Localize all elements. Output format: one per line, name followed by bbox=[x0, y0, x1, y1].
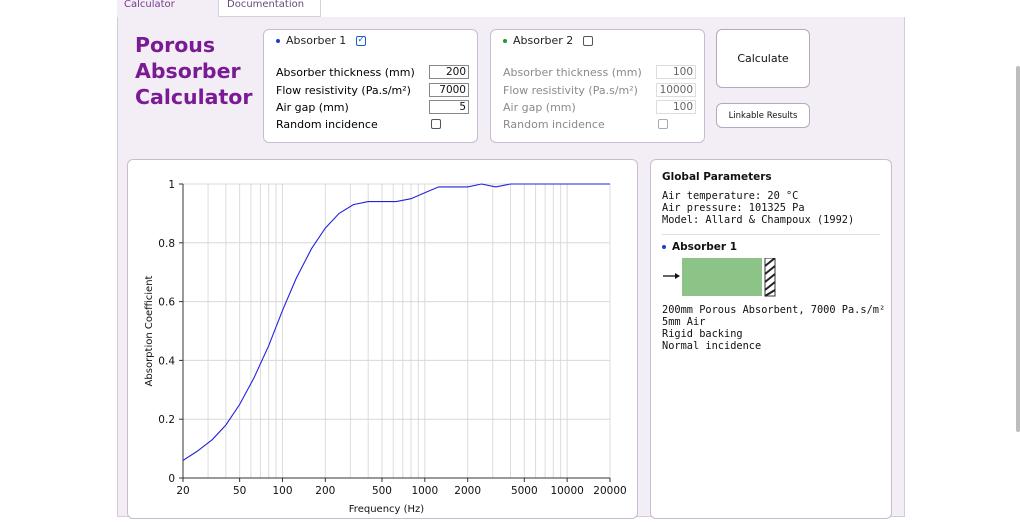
absorber-2-enable-checkbox[interactable] bbox=[583, 35, 594, 46]
tab-documentation[interactable]: Documentation bbox=[218, 0, 321, 17]
incidence-arrow-icon bbox=[663, 273, 680, 279]
absorber-1-enable-checkbox[interactable]: ✓ bbox=[356, 35, 367, 46]
incidence-description: Normal incidence bbox=[662, 340, 762, 352]
y-tick-label: 1 bbox=[168, 179, 175, 191]
random-incidence-label: Random incidence bbox=[276, 117, 378, 131]
info-panel: Global Parameters Air temperature: 20 °C… bbox=[650, 159, 892, 519]
y-tick-label: 0 bbox=[168, 473, 175, 485]
x-tick-label: 10000 bbox=[550, 485, 583, 497]
linkable-results-button[interactable]: Linkable Results bbox=[716, 103, 810, 128]
x-tick-label: 500 bbox=[372, 485, 392, 497]
calculate-button[interactable]: Calculate bbox=[716, 29, 810, 88]
absorber-2-random-incidence-checkbox[interactable] bbox=[658, 119, 668, 129]
x-tick-label: 5000 bbox=[511, 485, 538, 497]
x-tick-label: 20 bbox=[176, 485, 189, 497]
absorber-2-flow-resistivity-input[interactable]: 10000 bbox=[656, 83, 696, 97]
page-title: Porous Absorber Calculator bbox=[135, 33, 253, 109]
tab-calculator[interactable]: Calculator bbox=[117, 0, 218, 17]
absorber-1-air-gap-input[interactable]: 5 bbox=[429, 100, 469, 114]
absorber-description: 200mm Porous Absorbent, 7000 Pa.s/m² bbox=[662, 304, 886, 316]
y-tick-label: 0.6 bbox=[158, 297, 175, 309]
x-tick-label: 100 bbox=[272, 485, 292, 497]
air-gap-label: Air gap (mm) bbox=[276, 100, 349, 114]
global-parameters-heading: Global Parameters bbox=[662, 171, 772, 183]
absorber-1-flow-resistivity-input[interactable]: 7000 bbox=[429, 83, 469, 97]
air-pressure: Air pressure: 101325 Pa bbox=[662, 202, 805, 214]
air-gap-description: 5mm Air bbox=[662, 316, 706, 328]
x-tick-label: 20000 bbox=[593, 485, 626, 497]
chart-panel: 0 0.2 0.4 0.6 0.8 1 20 50 100 200 500 1000 2000 5000 1… bbox=[127, 159, 638, 519]
absorption-chart: 0 0.2 0.4 0.6 0.8 1 20 50 100 200 500 1000 2000 5000 1… bbox=[144, 179, 627, 515]
absorber-1-color-dot bbox=[276, 38, 280, 43]
air-gap-label: Air gap (mm) bbox=[503, 100, 576, 114]
y-axis-label: Absorption Coefficient bbox=[144, 275, 155, 386]
flow-resistivity-label: Flow resistivity (Pa.s/m²) bbox=[503, 83, 638, 97]
y-tick-label: 0.8 bbox=[158, 238, 175, 250]
y-tick-label: 0.2 bbox=[158, 414, 175, 426]
absorber-2-color-dot bbox=[503, 38, 507, 43]
model-name: Model: Allard & Champoux (1992) bbox=[662, 214, 855, 226]
y-tick-label: 0.4 bbox=[158, 355, 175, 367]
absorber-1-panel: Absorber 1 ✓ Absorber thickness (mm) 200… bbox=[263, 29, 478, 143]
thickness-label: Absorber thickness (mm) bbox=[276, 65, 415, 79]
absorber-2-thickness-input[interactable]: 100 bbox=[656, 65, 696, 79]
divider bbox=[662, 234, 880, 235]
x-tick-label: 50 bbox=[233, 485, 246, 497]
absorber-2-name: Absorber 2 bbox=[513, 34, 574, 47]
air-temperature: Air temperature: 20 °C bbox=[662, 190, 799, 202]
absorber-1-random-incidence-checkbox[interactable] bbox=[431, 119, 441, 129]
flow-resistivity-label: Flow resistivity (Pa.s/m²) bbox=[276, 83, 411, 97]
x-tick-label: 200 bbox=[315, 485, 335, 497]
absorber-2-air-gap-input[interactable]: 100 bbox=[656, 100, 696, 114]
backing-description: Rigid backing bbox=[662, 328, 743, 340]
random-incidence-label: Random incidence bbox=[503, 117, 605, 131]
thickness-label: Absorber thickness (mm) bbox=[503, 65, 642, 79]
absorber-2-panel: Absorber 2 Absorber thickness (mm) 100 F… bbox=[490, 29, 705, 143]
absorber-1-heading: Absorber 1 bbox=[672, 241, 738, 253]
x-tick-label: 2000 bbox=[454, 485, 481, 497]
absorber-1-name: Absorber 1 bbox=[286, 34, 347, 47]
page-scrollbar[interactable] bbox=[1016, 66, 1020, 432]
absorber-diagram bbox=[662, 257, 782, 298]
absorber-layer bbox=[682, 258, 762, 296]
absorber-1-thickness-input[interactable]: 200 bbox=[429, 65, 469, 79]
x-tick-label: 1000 bbox=[411, 485, 438, 497]
absorber-1-color-dot bbox=[662, 245, 666, 249]
